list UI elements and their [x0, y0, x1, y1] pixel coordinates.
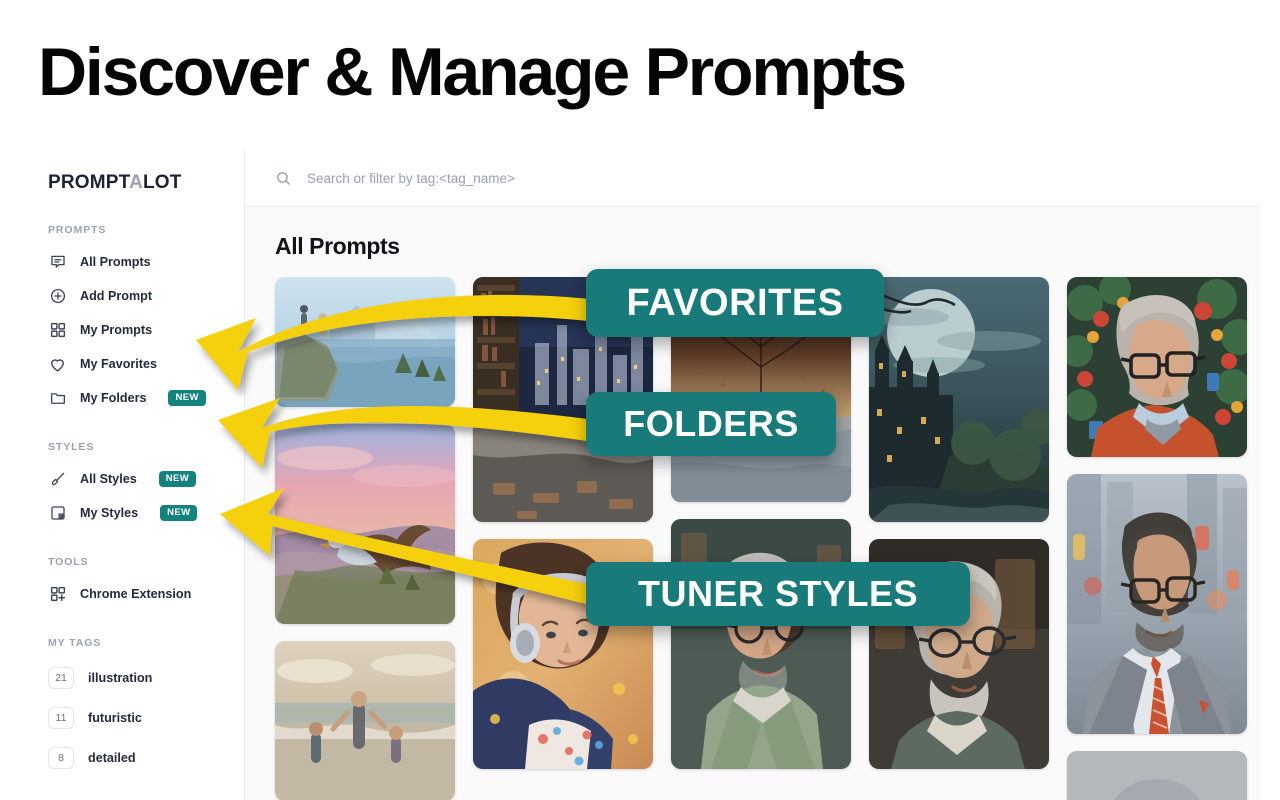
prompt-card-smiling-man-festive-background[interactable]: [1067, 277, 1247, 457]
tag-label: detailed: [88, 751, 136, 765]
gallery-column: [869, 277, 1049, 800]
sidebar-item-label: My Prompts: [80, 323, 153, 337]
tag-label: futuristic: [88, 711, 142, 725]
tag-item-illustration[interactable]: 21 illustration: [38, 658, 244, 698]
page-hero-title: Discover & Manage Prompts: [38, 34, 907, 110]
sidebar-item-my-prompts[interactable]: My Prompts: [38, 313, 244, 347]
sidebar-item-chrome-extension[interactable]: Chrome Extension: [38, 577, 244, 611]
sidebar-item-label: Chrome Extension: [80, 587, 192, 601]
tag-count: 11: [48, 707, 74, 729]
gallery-column: [473, 277, 653, 800]
callout-folders: FOLDERS: [586, 392, 836, 456]
sidebar-item-label: My Favorites: [80, 357, 157, 371]
grid-squares-icon: [48, 321, 67, 340]
sidebar-section-label-prompts: PROMPTS: [48, 224, 107, 236]
artwork: [1067, 751, 1247, 800]
new-badge: NEW: [168, 390, 206, 406]
logo-part-a: A: [129, 172, 143, 193]
folder-icon: [48, 389, 67, 408]
prompt-card-father-and-children-on-beach[interactable]: [275, 641, 455, 800]
main-content: All Prompts: [245, 150, 1260, 800]
gallery-column: [671, 277, 851, 800]
artwork: [671, 519, 851, 769]
sidebar-item-my-folders[interactable]: My Folders NEW: [38, 381, 244, 415]
prompt-gallery-grid: [275, 277, 1260, 800]
prompt-card-businessman-in-suit-city-street[interactable]: [1067, 474, 1247, 734]
sidebar-section-label-tools: TOOLS: [48, 556, 89, 568]
sidebar-item-my-favorites[interactable]: My Favorites: [38, 347, 244, 381]
callout-favorites: FAVORITES: [586, 269, 884, 337]
gallery-column: [1067, 277, 1247, 800]
artwork: [275, 277, 455, 407]
prompt-card-couple-overlooking-mountain-lake[interactable]: [275, 277, 455, 407]
logo-part-prompt: PROMPT: [48, 172, 130, 193]
prompt-card-eagle-flying-over-valley-sunset[interactable]: [275, 424, 455, 624]
sidebar-item-label: My Styles: [80, 506, 139, 520]
app-window: PROMPTALOT PROMPTS All Prompts Add Promp…: [38, 150, 1260, 800]
heart-icon: [48, 355, 67, 374]
sidebar-section-label-styles: STYLES: [48, 441, 95, 453]
prompt-card-gothic-castle-under-moon[interactable]: [869, 277, 1049, 522]
search-input[interactable]: [307, 170, 867, 186]
tag-count: 8: [48, 747, 74, 769]
sidebar-item-my-styles[interactable]: My Styles NEW: [38, 496, 244, 530]
artwork: [275, 641, 455, 800]
top-search-bar: [245, 150, 1260, 207]
new-badge: NEW: [160, 505, 198, 521]
speech-bubble-icon: [48, 253, 67, 272]
sidebar-item-add-prompt[interactable]: Add Prompt: [38, 279, 244, 313]
callout-tuner-styles: TUNER STYLES: [586, 562, 970, 626]
tag-label: illustration: [88, 671, 153, 685]
sidebar-section-label-my-tags: MY TAGS: [48, 637, 102, 649]
sidebar-item-label: All Styles: [80, 472, 137, 486]
artwork: [1067, 277, 1247, 457]
sidebar: PROMPTALOT PROMPTS All Prompts Add Promp…: [38, 150, 245, 800]
sidebar-item-all-prompts[interactable]: All Prompts: [38, 245, 244, 279]
paintbrush-icon: [48, 470, 67, 489]
app-logo[interactable]: PROMPTALOT: [48, 172, 244, 194]
logo-part-lot: LOT: [143, 172, 182, 193]
sidebar-item-label: All Prompts: [80, 255, 151, 269]
artwork: [1067, 474, 1247, 734]
sidebar-item-label: Add Prompt: [80, 289, 153, 303]
sidebar-item-label: My Folders: [80, 391, 147, 405]
artwork: [869, 277, 1049, 522]
tag-count: 21: [48, 667, 74, 689]
search-icon: [275, 170, 292, 187]
prompt-card-man-with-glasses-green-jacket[interactable]: [671, 519, 851, 769]
plus-circle-icon: [48, 287, 67, 306]
new-badge: NEW: [158, 471, 197, 487]
prompt-card-blurred-portrait-bottom[interactable]: [1067, 751, 1247, 800]
sidebar-item-all-styles[interactable]: All Styles NEW: [38, 462, 244, 496]
tag-item-futuristic[interactable]: 11 futuristic: [38, 698, 244, 738]
page-title: All Prompts: [275, 233, 400, 259]
gallery-column: [275, 277, 455, 800]
grid-plus-icon: [48, 585, 67, 604]
palette-icon: [48, 504, 67, 523]
artwork: [275, 424, 455, 624]
tag-item-detailed[interactable]: 8 detailed: [38, 738, 244, 778]
